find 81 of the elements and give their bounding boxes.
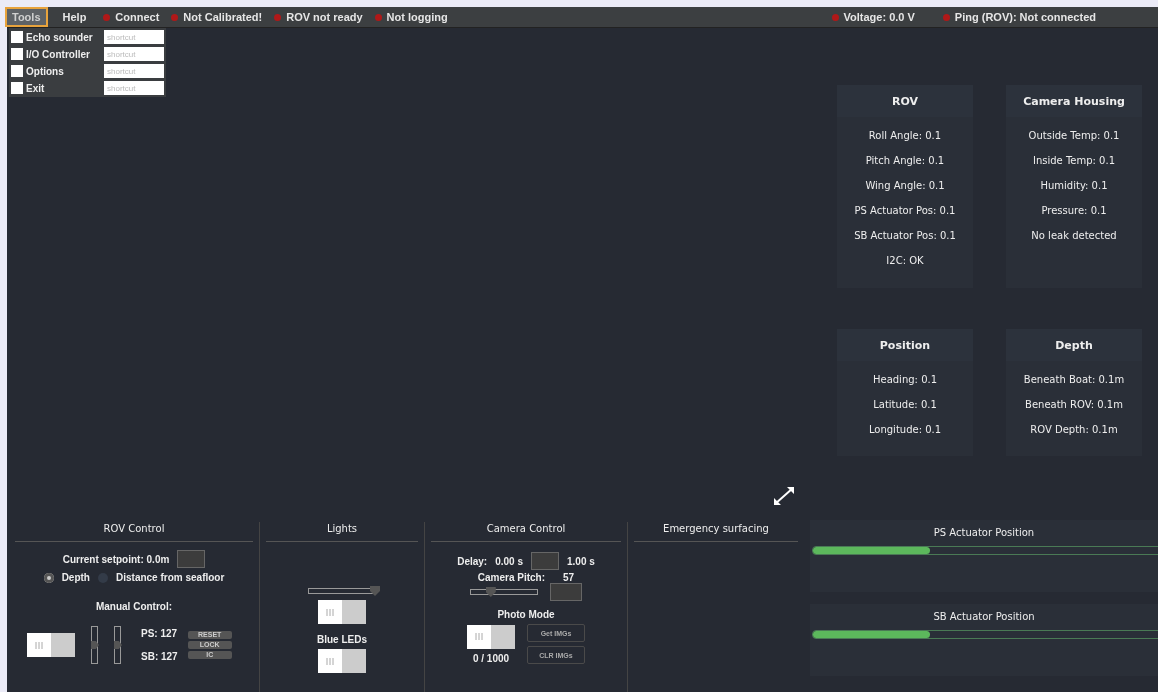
readout-text: SB Actuator Pos: 0.1 [853,229,957,243]
menu-item[interactable]: Echo sounder [26,31,104,43]
readout-text: No leak detected [1030,229,1118,243]
readout-text: PS Actuator Pos: 0.1 [853,204,957,218]
panel-title: PS Actuator Position [932,526,1036,540]
readout-text: Beneath Boat: 0.1m [1022,373,1126,387]
checkbox[interactable] [11,82,23,94]
image-count: 0 / 1000 [472,652,510,664]
checkbox[interactable] [11,48,23,60]
menu-item[interactable]: I/O Controller [26,48,104,60]
radio-button[interactable] [43,572,54,583]
checkbox[interactable] [11,31,23,43]
menu-item[interactable]: Tools [7,9,46,25]
slider-thumb[interactable] [370,586,380,596]
readout-text: Heading: 0.1 [871,373,939,387]
status-text: Not Calibrated! [183,11,263,23]
section-title: Emergency surfacing [634,514,798,542]
toggle-switch[interactable] [318,649,366,673]
setpoint-field[interactable] [177,550,206,568]
pitch-field[interactable] [550,583,582,601]
panel-title: ROV [837,85,973,117]
led-label: Blue LEDs [316,634,368,645]
grip-icon [326,608,334,616]
readout-text: Beneath ROV: 0.1m [1024,398,1124,412]
readout-text: Longitude: 0.1 [867,423,943,437]
readout-text: Roll Angle: 0.1 [867,129,943,143]
vertical-slider[interactable] [91,626,98,664]
readout-text: Inside Temp: 0.1 [1031,154,1117,168]
status-text: Ping (ROV): Not connected [954,11,1096,23]
slider-thumb[interactable] [114,641,122,649]
grip-icon [475,633,483,640]
readout-text: Outside Temp: 0.1 [1027,129,1121,143]
delay-field[interactable] [531,552,559,570]
shortcut-field[interactable]: shortcut [104,81,164,95]
section-title: Lights [266,514,418,542]
grip-icon [326,657,334,665]
toggle-switch[interactable] [318,600,366,624]
status-text: Voltage: 0.0 V [843,11,915,23]
setpoint-label: Current setpoint: 0.0m [62,553,170,565]
readout-text: I2C: OK [885,254,925,268]
readout-text: Latitude: 0.1 [872,398,938,412]
slider[interactable] [470,589,538,595]
section-title: ROV Control [15,514,253,542]
sb-value: SB: 127 [141,651,178,662]
shortcut-field[interactable]: shortcut [104,30,164,44]
menu-item[interactable]: Exit [26,82,104,94]
shortcut-field[interactable]: shortcut [104,64,164,78]
panel-title: SB Actuator Position [932,610,1036,624]
menu-item[interactable]: Help [57,9,92,25]
delay-label: Delay: [457,555,488,567]
photo-mode-label: Photo Mode [496,609,556,620]
slider-thumb[interactable] [485,587,496,597]
pitch-label: Camera Pitch: [477,572,546,583]
ps-value: PS: 127 [141,628,178,639]
panel-title: Position [837,329,973,361]
status-text: ROV not ready [286,11,363,23]
grip-icon [35,641,43,649]
section-title: Camera Control [431,514,621,542]
readout-text: Humidity: 0.1 [1039,179,1109,193]
delay-min: 0.00 s [495,555,523,567]
readout-text: Pressure: 0.1 [1040,204,1108,218]
toggle-switch[interactable] [27,633,75,657]
pitch-value: 57 [563,572,575,583]
slider-thumb[interactable] [91,641,99,649]
readout-text: Wing Angle: 0.1 [864,179,946,193]
delay-max: 1.00 s [567,555,595,567]
radio-label: Depth [61,572,90,583]
checkbox[interactable] [11,65,23,77]
readout-text: Pitch Angle: 0.1 [864,154,946,168]
status-text: Not logging [386,11,448,23]
status-text: Connect [115,11,160,23]
expand-icon[interactable] [773,486,795,506]
panel-title: Depth [1006,329,1142,361]
radio-label: Distance from seafloor [116,572,225,583]
readout-text: ROV Depth: 0.1m [1029,423,1119,437]
vertical-slider[interactable] [114,626,121,664]
panel-title: Camera Housing [1006,85,1142,117]
manual-control-label: Manual Control: [94,601,174,612]
shortcut-field[interactable]: shortcut [104,47,164,61]
toggle-switch[interactable] [467,624,515,649]
menu-item[interactable]: Options [26,65,104,77]
